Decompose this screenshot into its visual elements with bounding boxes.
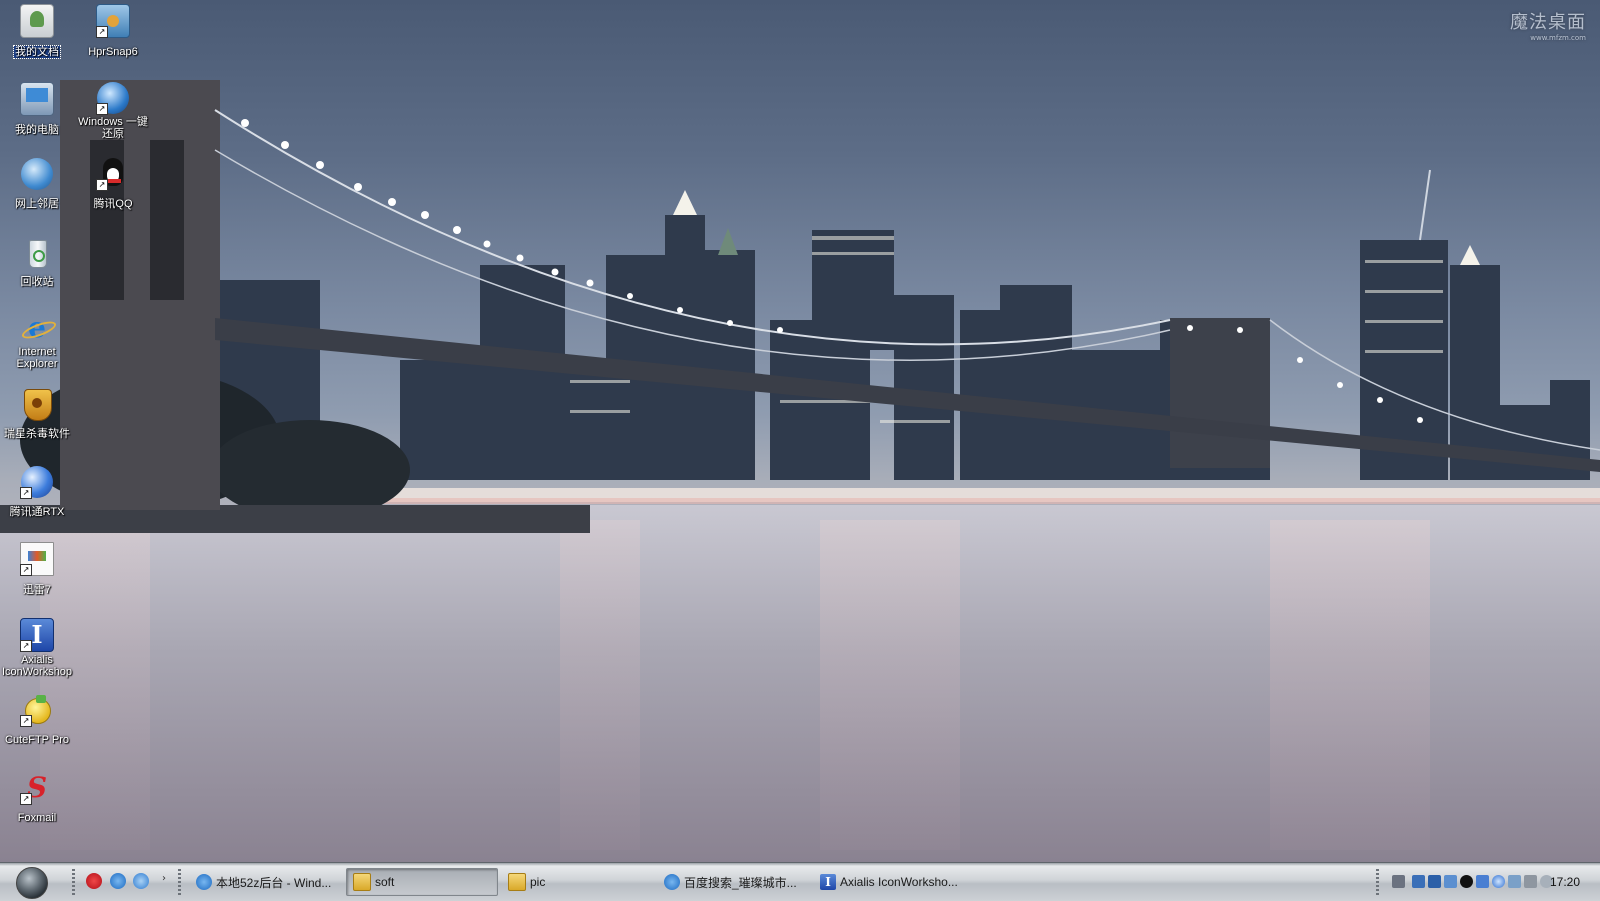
display-icon[interactable] [1476, 875, 1489, 888]
foxmail-icon: S ↗ [20, 772, 53, 805]
thunder-icon: ↗ [20, 542, 54, 576]
folder-documents-icon [20, 4, 54, 38]
shortcut-arrow-icon: ↗ [96, 179, 108, 191]
desktop-icon-thunder[interactable]: ↗ 迅雷7 [0, 542, 74, 597]
network-icon[interactable] [1412, 875, 1425, 888]
wallpaper-watermark: 魔法桌面 www.mfzm.com [1510, 8, 1586, 42]
desktop-icon-axialis[interactable]: I ↗ Axialis IconWorkshop [0, 618, 74, 679]
system-tray: 17:20 [1376, 868, 1600, 896]
desktop-icon-label: HprSnap6 [88, 46, 138, 58]
ie-icon: e [20, 312, 58, 344]
start-button[interactable] [16, 867, 48, 899]
desktop-icon-my-documents[interactable]: 我的文档 [0, 4, 74, 59]
axialis-icon: I [820, 874, 836, 890]
shortcut-arrow-icon: ↗ [96, 26, 108, 38]
watermark-brand: 魔法桌面 [1510, 12, 1586, 33]
desktop-icon-label: 瑞星杀毒软件 [4, 428, 70, 440]
desktop-icon-network[interactable]: 网上邻居 [0, 158, 74, 211]
taskbar-button-label: pic [530, 875, 546, 889]
desktop-icon-tencent-qq[interactable]: ↗ 腾讯QQ [76, 158, 150, 211]
taskbar-button-label: soft [375, 875, 395, 889]
desktop-icon-my-computer[interactable]: 我的电脑 [0, 82, 74, 137]
taskbar-button-label: 本地52z后台 - Wind... [216, 875, 332, 890]
shortcut-arrow-icon: ↗ [20, 487, 32, 499]
desktop-icon-label: 迅雷7 [22, 584, 52, 596]
folder-icon [508, 873, 526, 891]
network-globe-icon [21, 158, 53, 190]
shortcut-arrow-icon: ↗ [20, 564, 32, 576]
desktop-icon-label: 网上邻居 [15, 198, 59, 210]
desktop-icon-label: 腾讯QQ [93, 198, 133, 210]
taskbar-button-local52z[interactable]: 本地52z后台 - Wind... [190, 868, 342, 896]
rtx-icon: ↗ [20, 466, 53, 499]
shortcut-arrow-icon: ↗ [96, 103, 108, 115]
ie-icon [196, 874, 212, 890]
shortcut-arrow-icon: ↗ [20, 715, 32, 727]
quicklaunch-foxmail-icon[interactable] [86, 873, 102, 889]
desktop-icon-rising-antivirus[interactable]: 瑞星杀毒软件 [0, 388, 74, 441]
taskbar-grip[interactable] [72, 869, 75, 895]
ftp-icon: ↗ [20, 694, 53, 727]
rtx-icon[interactable] [1492, 875, 1505, 888]
desktop-icon-label: 腾讯通RTX [9, 506, 65, 518]
desktop-icon-foxmail[interactable]: S ↗ Foxmail [0, 772, 74, 825]
quicklaunch-ie-icon[interactable] [110, 873, 126, 889]
desktop-icon-hprsnap[interactable]: ↗ HprSnap6 [76, 4, 150, 59]
monitor-icon[interactable] [1444, 875, 1457, 888]
watermark-url: www.mfzm.com [1530, 34, 1586, 42]
sound-icon[interactable] [1524, 875, 1537, 888]
desktop-icon-label: 我的电脑 [15, 124, 59, 136]
desktop-icon-label: 我的文档 [13, 45, 61, 59]
shortcut-arrow-icon: ↗ [20, 793, 32, 805]
taskbar-button-axialis[interactable]: I Axialis IconWorksho... [814, 868, 966, 896]
axialis-icon: I ↗ [20, 618, 54, 652]
camera-icon: ↗ [96, 4, 130, 38]
restore-globe-icon: ↗ [96, 82, 129, 115]
qq-icon[interactable] [1460, 875, 1473, 888]
folder-icon [353, 873, 371, 891]
ie-icon [664, 874, 680, 890]
desktop-icon-label: Axialis IconWorkshop [1, 654, 73, 678]
taskbar-button-soft[interactable]: soft [346, 868, 498, 896]
lion-shield-icon [21, 388, 53, 421]
desktop-icon-recycle-bin[interactable]: 回收站 [0, 236, 74, 289]
shield-icon[interactable] [1428, 875, 1441, 888]
taskbar-grip[interactable] [178, 869, 181, 895]
speaker-icon[interactable] [1508, 875, 1521, 888]
taskbar: › 本地52z后台 - Wind... soft pic 百度搜索_璀璨城市..… [0, 862, 1600, 901]
desktop-icon-windows-restore[interactable]: ↗ Windows 一键还原 [76, 82, 150, 141]
desktop-wallpaper: 魔法桌面 www.mfzm.com [0, 0, 1600, 862]
desktop-icon-label: Windows 一键还原 [78, 116, 148, 140]
taskbar-clock[interactable]: 17:20 [1550, 875, 1580, 889]
penguin-icon: ↗ [96, 158, 129, 191]
taskbar-button-baidu-search[interactable]: 百度搜索_璀璨城市... [658, 868, 810, 896]
shortcut-arrow-icon: ↗ [20, 640, 32, 652]
desktop-icon-label: CuteFTP Pro [5, 734, 69, 746]
desktop-icon-internet-explorer[interactable]: e Internet Explorer [0, 312, 74, 371]
desktop-icon-label: Internet Explorer [16, 346, 58, 370]
taskbar-button-label: Axialis IconWorksho... [840, 875, 958, 889]
desktop-icon-label: Foxmail [17, 812, 57, 824]
desktop-icon-cuteftp[interactable]: ↗ CuteFTP Pro [0, 694, 74, 747]
quicklaunch-ie-blue-icon[interactable] [133, 873, 149, 889]
city-bridge-scene [0, 80, 1600, 862]
computer-icon [20, 82, 54, 116]
taskbar-button-pic[interactable]: pic [502, 868, 654, 896]
taskbar-button-label: 百度搜索_璀璨城市... [684, 875, 797, 890]
recycle-bin-icon [21, 236, 53, 268]
desktop-icon-label: 回收站 [20, 276, 54, 288]
quicklaunch-chevron-icon[interactable]: › [162, 873, 166, 884]
desktop-icon-tencent-rtx[interactable]: ↗ 腾讯通RTX [0, 466, 74, 519]
keyboard-icon[interactable] [1392, 875, 1405, 888]
